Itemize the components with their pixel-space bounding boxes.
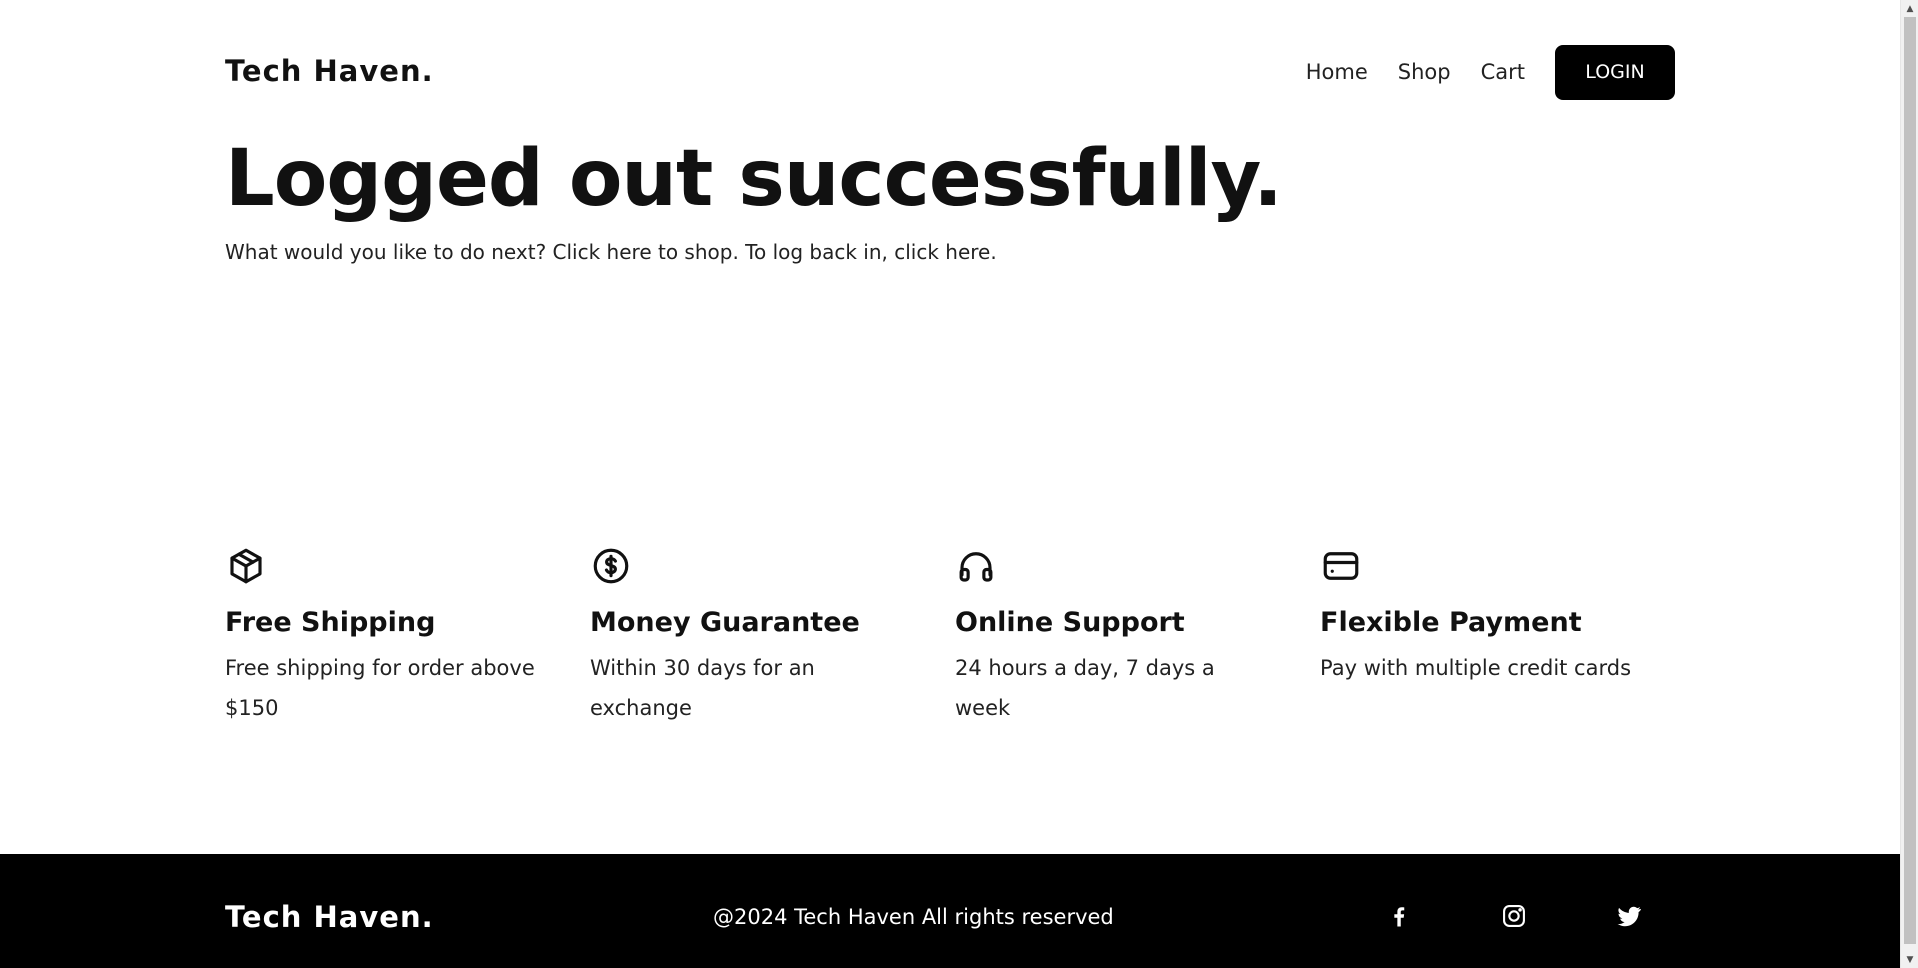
site-header: Tech Haven. Home Shop Cart LOGIN [225, 44, 1675, 100]
site-logo[interactable]: Tech Haven. [225, 54, 434, 88]
feature-text: Within 30 days for an exchange [590, 656, 815, 720]
twitter-icon[interactable] [1615, 902, 1645, 932]
footer-logo[interactable]: Tech Haven. [225, 900, 434, 934]
site-footer: Tech Haven. @2024 Tech Haven All rights … [0, 854, 1900, 968]
feature-money-guarantee: Money Guarantee Within 30 days for an ex… [590, 545, 955, 728]
page-viewport: Tech Haven. Home Shop Cart LOGIN Logged … [0, 0, 1900, 968]
login-button[interactable]: LOGIN [1555, 44, 1675, 100]
hero-section: Logged out successfully. What would you … [225, 134, 1283, 264]
feature-text: Free shipping for order above $150 [225, 656, 535, 720]
page-subtitle: What would you like to do next? Click he… [225, 240, 997, 264]
feature-title: Free Shipping [225, 607, 436, 638]
scrollbar-thumb[interactable] [1904, 17, 1916, 944]
vertical-scrollbar[interactable]: ▲ ▼ [1900, 0, 1918, 968]
feature-text: Pay with multiple credit cards [1320, 656, 1632, 680]
nav-cart-link[interactable]: Cart [1481, 60, 1525, 84]
headphones-icon [955, 545, 997, 587]
feature-title: Flexible Payment [1320, 607, 1582, 638]
feature-free-shipping: Free Shipping Free shipping for order ab… [225, 545, 590, 728]
page-title: Logged out successfully. [225, 134, 1283, 224]
nav-shop-link[interactable]: Shop [1398, 60, 1451, 84]
footer-copyright: @2024 Tech Haven All rights reserved [713, 905, 1114, 929]
feature-text: 24 hours a day, 7 days a week [955, 656, 1215, 720]
feature-flexible-payment: Flexible Payment Pay with multiple credi… [1320, 545, 1685, 728]
instagram-icon[interactable] [1500, 902, 1530, 932]
feature-online-support: Online Support 24 hours a day, 7 days a … [955, 545, 1320, 728]
package-icon [225, 545, 267, 587]
facebook-icon[interactable] [1385, 902, 1415, 932]
features-section: Free Shipping Free shipping for order ab… [225, 545, 1685, 728]
feature-title: Online Support [955, 607, 1185, 638]
nav-home-link[interactable]: Home [1306, 60, 1368, 84]
main-nav: Home Shop Cart LOGIN [1276, 44, 1675, 100]
scroll-down-arrow-icon[interactable]: ▼ [1901, 951, 1918, 968]
dollar-coin-icon [590, 545, 632, 587]
feature-title: Money Guarantee [590, 607, 860, 638]
credit-card-icon [1320, 545, 1362, 587]
scroll-up-arrow-icon[interactable]: ▲ [1901, 0, 1918, 17]
